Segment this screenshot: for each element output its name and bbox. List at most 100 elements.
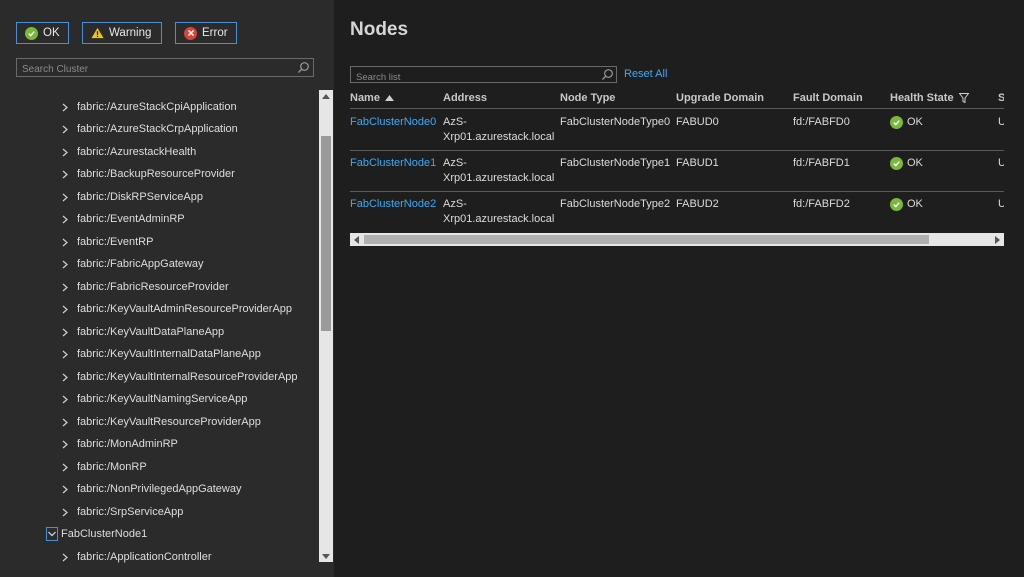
health-state: OK (890, 115, 923, 130)
filter-error-button[interactable]: Error (175, 22, 237, 44)
scroll-left-arrow-icon[interactable] (350, 233, 363, 246)
tree-item[interactable]: fabric:/KeyVaultInternalDataPlaneApp (62, 345, 261, 363)
tree-item-label: fabric:/KeyVaultDataPlaneApp (77, 326, 225, 338)
filter-funnel-icon[interactable] (958, 93, 969, 103)
column-header-upgrade-domain[interactable]: Upgrade Domain (676, 88, 764, 108)
chevron-right-icon[interactable] (62, 485, 72, 494)
chevron-right-icon[interactable] (62, 193, 72, 202)
scroll-down-arrow-icon[interactable] (319, 550, 333, 562)
table-scrollbar-thumb[interactable] (364, 235, 929, 244)
address-line: Xrp01.azurestack.local (443, 131, 555, 143)
page-title: Nodes (350, 19, 409, 40)
filter-ok-button[interactable]: OK (16, 22, 69, 44)
chevron-right-icon[interactable] (62, 328, 72, 337)
chevron-right-icon[interactable] (62, 373, 72, 382)
tree-item[interactable]: fabric:/FabricAppGateway (62, 255, 204, 273)
tree-item-label: fabric:/MonRP (77, 461, 147, 473)
column-header-health-state[interactable]: Health State (890, 88, 969, 108)
status-cell: U (998, 157, 1004, 169)
table-row[interactable]: FabClusterNode2 AzS- Xrp01.azurestack.loc… (350, 191, 1004, 231)
table-horizontal-scrollbar[interactable] (350, 233, 1004, 246)
column-header-node-type[interactable]: Node Type (560, 88, 615, 108)
search-icon[interactable] (601, 68, 614, 86)
address-line: AzS- (443, 198, 467, 210)
health-state-label: OK (907, 116, 923, 128)
tree-item[interactable]: fabric:/EventAdminRP (62, 210, 185, 228)
tree-node-fabclusternode1[interactable]: FabClusterNode1 (46, 525, 147, 543)
chevron-down-icon[interactable] (46, 527, 58, 541)
tree-item-label: fabric:/AzureStackCpiApplication (77, 101, 237, 113)
cluster-search-input[interactable] (17, 61, 295, 78)
chevron-right-icon[interactable] (62, 395, 72, 404)
filter-warning-button[interactable]: Warning (82, 22, 162, 44)
tree-item[interactable]: fabric:/FabricResourceProvider (62, 278, 229, 296)
scroll-up-arrow-icon[interactable] (319, 90, 333, 102)
list-search-input[interactable] (351, 70, 599, 85)
tree-item[interactable]: fabric:/MonRP (62, 458, 147, 476)
tree-item-label: fabric:/KeyVaultResourceProviderApp (77, 416, 261, 428)
chevron-right-icon[interactable] (62, 418, 72, 427)
tree-item[interactable]: fabric:/AzurestackHealth (62, 143, 196, 161)
chevron-right-icon[interactable] (62, 170, 72, 179)
tree-item[interactable]: fabric:/ApplicationController (62, 548, 212, 564)
chevron-right-icon[interactable] (62, 553, 72, 562)
chevron-right-icon[interactable] (62, 508, 72, 517)
tree-scrollbar[interactable] (319, 90, 333, 562)
health-state: OK (890, 197, 923, 212)
column-header-status[interactable]: S (998, 88, 1004, 108)
tree-item-label: fabric:/AzurestackHealth (77, 146, 197, 158)
table-row[interactable]: FabClusterNode0 AzS- Xrp01.azurestack.loc… (350, 109, 1004, 149)
check-circle-icon (25, 26, 38, 40)
tree-item[interactable]: fabric:/KeyVaultNamingServiceApp (62, 390, 247, 408)
tree-item[interactable]: fabric:/KeyVaultAdminResourceProviderApp (62, 300, 292, 318)
column-header-label: S (998, 92, 1004, 104)
node-type: FabClusterNodeType1 (560, 157, 671, 169)
chevron-right-icon[interactable] (62, 148, 72, 157)
tree-item[interactable]: fabric:/KeyVaultDataPlaneApp (62, 323, 224, 341)
column-header-fault-domain[interactable]: Fault Domain (793, 88, 863, 108)
chevron-right-icon[interactable] (62, 463, 72, 472)
status-cell: U (998, 116, 1004, 128)
tree-item[interactable]: fabric:/DiskRPServiceApp (62, 188, 203, 206)
tree-item[interactable]: fabric:/MonAdminRP (62, 435, 178, 453)
node-name-link[interactable]: FabClusterNode2 (350, 197, 436, 212)
filter-warning-label: Warning (109, 27, 152, 39)
column-header-name[interactable]: Name (350, 88, 394, 108)
sort-ascending-icon[interactable] (384, 95, 394, 101)
column-header-label: Name (350, 92, 380, 104)
node-name-link[interactable]: FabClusterNode1 (350, 156, 436, 171)
tree-item[interactable]: fabric:/NonPrivilegedAppGateway (62, 480, 241, 498)
reset-all-link[interactable]: Reset All (624, 68, 667, 80)
table-row[interactable]: FabClusterNode1 AzS- Xrp01.azurestack.loc… (350, 150, 1004, 190)
tree-item[interactable]: fabric:/KeyVaultResourceProviderApp (62, 413, 261, 431)
tree-item[interactable]: fabric:/SrpServiceApp (62, 503, 183, 521)
tree-item[interactable]: fabric:/BackupResourceProvider (62, 165, 235, 183)
tree-node-label: FabClusterNode1 (61, 528, 148, 540)
chevron-right-icon[interactable] (62, 215, 72, 224)
check-circle-icon (890, 116, 903, 129)
tree-item-label: fabric:/FabricResourceProvider (77, 281, 229, 293)
chevron-right-icon[interactable] (62, 238, 72, 247)
chevron-right-icon[interactable] (62, 350, 72, 359)
scroll-right-arrow-icon[interactable] (991, 233, 1004, 246)
column-header-address[interactable]: Address (443, 88, 487, 108)
node-address: AzS- Xrp01.azurestack.local (443, 197, 554, 227)
chevron-right-icon[interactable] (62, 260, 72, 269)
chevron-right-icon[interactable] (62, 305, 72, 314)
filter-error-label: Error (202, 27, 228, 39)
tree-item[interactable]: fabric:/AzureStackCpiApplication (62, 98, 237, 116)
search-icon[interactable] (297, 61, 310, 79)
tree-item-label: fabric:/SrpServiceApp (77, 506, 184, 518)
chevron-right-icon[interactable] (62, 125, 72, 134)
tree-item[interactable]: fabric:/AzureStackCrpApplication (62, 120, 238, 138)
tree-scrollbar-thumb[interactable] (321, 136, 331, 331)
health-state: OK (890, 156, 923, 171)
node-type: FabClusterNodeType0 (560, 116, 671, 128)
chevron-right-icon[interactable] (62, 283, 72, 292)
chevron-right-icon[interactable] (62, 440, 72, 449)
chevron-right-icon[interactable] (62, 103, 72, 112)
tree-item[interactable]: fabric:/EventRP (62, 233, 153, 251)
cluster-search-box (16, 58, 314, 79)
node-name-link[interactable]: FabClusterNode0 (350, 115, 436, 130)
tree-item[interactable]: fabric:/KeyVaultInternalResourceProvider… (62, 368, 298, 386)
